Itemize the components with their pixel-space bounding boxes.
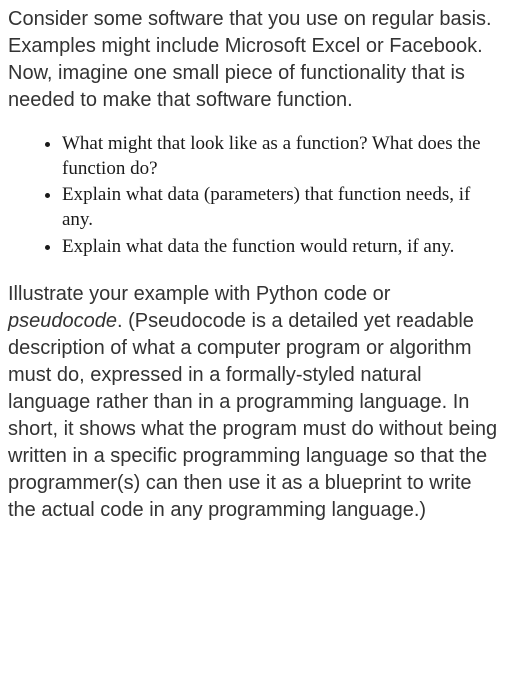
outro-paragraph: Illustrate your example with Python code… bbox=[8, 281, 498, 524]
outro-text-after: . (Pseudocode is a detailed yet readable… bbox=[8, 310, 497, 521]
outro-text-before: Illustrate your example with Python code… bbox=[8, 283, 390, 305]
list-item: Explain what data the function would ret… bbox=[62, 235, 498, 260]
list-item: Explain what data (parameters) that func… bbox=[62, 183, 498, 232]
pseudocode-emphasis: pseudocode bbox=[8, 310, 117, 332]
question-list: What might that look like as a function?… bbox=[8, 132, 498, 259]
list-item: What might that look like as a function?… bbox=[62, 132, 498, 181]
intro-paragraph: Consider some software that you use on r… bbox=[8, 6, 498, 114]
